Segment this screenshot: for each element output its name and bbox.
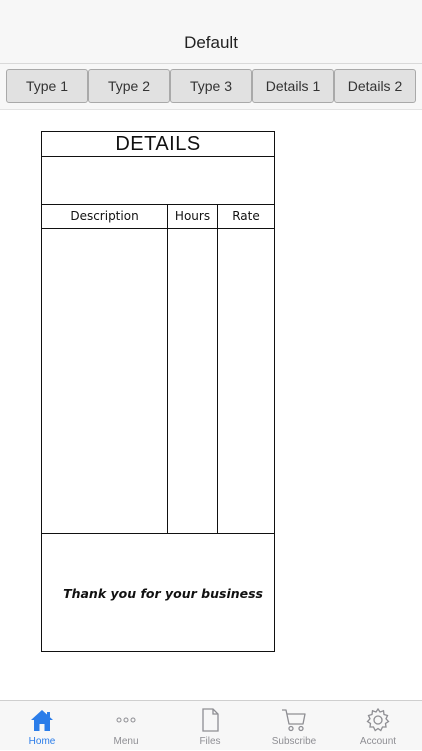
- cart-icon: [280, 706, 308, 734]
- document-preview[interactable]: DETAILS Description Hours Rate Thank you…: [41, 131, 275, 652]
- document-info-box: [42, 156, 274, 205]
- segment-type-2[interactable]: Type 2: [88, 69, 170, 103]
- segment-details-1[interactable]: Details 1: [252, 69, 334, 103]
- tab-label: Menu: [113, 736, 139, 747]
- column-rate: Rate: [232, 209, 260, 223]
- tab-label: Subscribe: [271, 736, 317, 747]
- template-segment-bar: Type 1 Type 2 Type 3 Details 1 Details 2: [0, 64, 422, 110]
- footer-note: Thank you for your business: [63, 586, 263, 601]
- tab-label: Home: [28, 736, 56, 747]
- tab-label: Files: [199, 736, 221, 747]
- table-header: Description Hours Rate: [42, 205, 274, 229]
- tab-menu[interactable]: Menu: [84, 701, 168, 751]
- column-description: Description: [70, 209, 139, 223]
- column-hours: Hours: [174, 209, 211, 223]
- tab-home[interactable]: Home: [0, 701, 84, 751]
- more-icon: [112, 706, 140, 734]
- tab-bar: Home Menu Files Subscribe Account: [0, 700, 422, 750]
- table-body: [42, 229, 274, 534]
- tab-files[interactable]: Files: [168, 701, 252, 751]
- document-footer: Thank you for your business: [42, 534, 274, 651]
- tab-account[interactable]: Account: [336, 701, 420, 751]
- tab-label: Account: [359, 736, 397, 747]
- navigation-bar: Default: [0, 0, 422, 64]
- segment-details-2[interactable]: Details 2: [334, 69, 416, 103]
- document-title: DETAILS: [42, 132, 274, 157]
- home-icon: [28, 706, 56, 734]
- gear-icon: [364, 706, 392, 734]
- tab-subscribe[interactable]: Subscribe: [252, 701, 336, 751]
- segment-type-1[interactable]: Type 1: [6, 69, 88, 103]
- page-title: Default: [184, 33, 238, 52]
- file-icon: [196, 706, 224, 734]
- segment-type-3[interactable]: Type 3: [170, 69, 252, 103]
